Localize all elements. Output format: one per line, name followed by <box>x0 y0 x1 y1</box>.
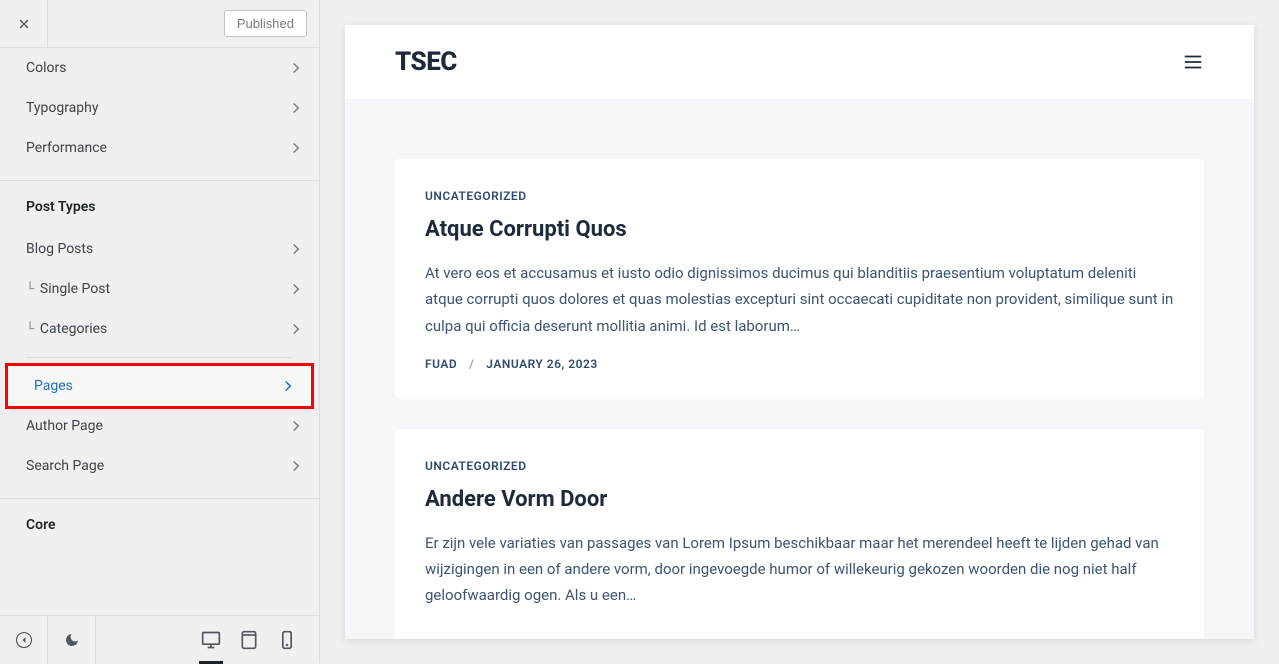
chevron-right-icon <box>287 417 305 435</box>
menu-label: └ Categories <box>26 321 107 338</box>
menu-label: Performance <box>26 140 107 156</box>
post-card: UNCATEGORIZED Atque Corrupti Quos At ver… <box>395 159 1204 399</box>
post-category[interactable]: UNCATEGORIZED <box>425 459 1174 473</box>
menu-item-pages[interactable]: Pages <box>8 366 311 406</box>
chevron-right-icon <box>287 139 305 157</box>
chevron-right-icon <box>287 240 305 258</box>
site-header: TSEC <box>345 25 1254 99</box>
close-icon <box>16 16 32 32</box>
menu-label: Colors <box>26 60 66 76</box>
chevron-right-icon <box>279 377 297 395</box>
collapse-icon <box>15 631 33 649</box>
sidebar-header: Published <box>0 0 319 48</box>
menu-label: Typography <box>26 100 98 116</box>
device-preview-buttons <box>201 630 319 650</box>
publish-status-button[interactable]: Published <box>224 10 307 37</box>
menu-item-single-post[interactable]: └ Single Post <box>0 269 319 309</box>
menu-item-performance[interactable]: Performance <box>0 128 319 168</box>
post-date[interactable]: JANUARY 26, 2023 <box>486 357 597 371</box>
post-author[interactable]: FUAD <box>425 357 457 371</box>
chevron-right-icon <box>287 320 305 338</box>
menu-label: Author Page <box>26 418 103 434</box>
close-button[interactable] <box>0 0 48 48</box>
meta-separator: / <box>469 357 474 371</box>
chevron-right-icon <box>287 280 305 298</box>
device-mobile-button[interactable] <box>277 630 297 650</box>
chevron-right-icon <box>287 457 305 475</box>
dark-mode-button[interactable] <box>48 616 96 664</box>
post-meta: FUAD / JANUARY 26, 2023 <box>425 357 1174 371</box>
sidebar-content: Colors Typography Performance Post Types… <box>0 48 319 615</box>
device-tablet-button[interactable] <box>239 630 259 650</box>
chevron-right-icon <box>287 99 305 117</box>
menu-toggle-button[interactable] <box>1182 51 1204 73</box>
menu-label: Search Page <box>26 458 104 474</box>
menu-item-typography[interactable]: Typography <box>0 88 319 128</box>
hamburger-icon <box>1182 51 1204 73</box>
preview-area: TSEC UNCATEGORIZED Atque Corrupti Quos A… <box>320 0 1279 663</box>
menu-item-blog-posts[interactable]: Blog Posts <box>0 229 319 269</box>
section-title-core: Core <box>0 499 319 547</box>
menu-item-search-page[interactable]: Search Page <box>0 446 319 486</box>
menu-label: └ Single Post <box>26 281 110 298</box>
post-excerpt: Er zijn vele variaties van passages van … <box>425 530 1174 609</box>
site-title[interactable]: TSEC <box>395 47 457 77</box>
post-category[interactable]: UNCATEGORIZED <box>425 189 1174 203</box>
menu-item-author-page[interactable]: Author Page <box>0 406 319 446</box>
highlight-annotation: Pages <box>5 363 314 409</box>
customizer-sidebar: Published Colors Typography Performance … <box>0 0 320 663</box>
menu-item-colors[interactable]: Colors <box>0 48 319 88</box>
post-title[interactable]: Atque Corrupti Quos <box>425 217 1174 242</box>
post-excerpt: At vero eos et accusamus et iusto odio d… <box>425 260 1174 339</box>
section-title-post-types: Post Types <box>0 181 319 229</box>
post-card: UNCATEGORIZED Andere Vorm Door Er zijn v… <box>395 429 1204 639</box>
moon-icon <box>64 632 80 648</box>
preview-frame: TSEC UNCATEGORIZED Atque Corrupti Quos A… <box>345 25 1254 639</box>
desktop-icon <box>201 630 221 650</box>
collapse-button[interactable] <box>0 616 48 664</box>
device-desktop-button[interactable] <box>201 630 221 650</box>
site-content: UNCATEGORIZED Atque Corrupti Quos At ver… <box>345 99 1254 639</box>
chevron-right-icon <box>287 59 305 77</box>
menu-label: Blog Posts <box>26 241 93 257</box>
menu-label: Pages <box>34 378 73 394</box>
tablet-icon <box>239 630 259 650</box>
menu-item-categories[interactable]: └ Categories <box>0 309 319 349</box>
post-title[interactable]: Andere Vorm Door <box>425 487 1174 512</box>
mobile-icon <box>277 630 297 650</box>
sidebar-footer <box>0 615 319 663</box>
